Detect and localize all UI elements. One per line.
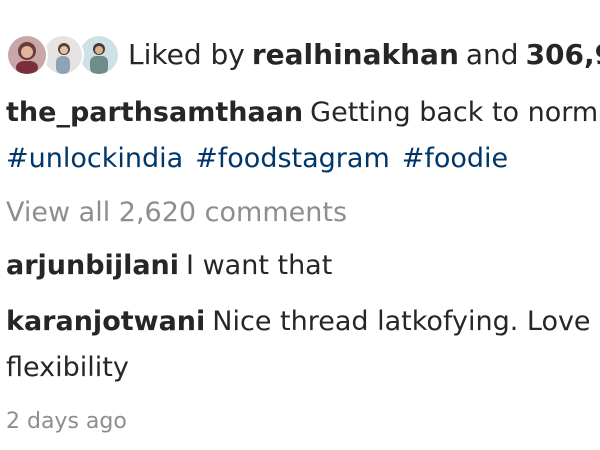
likes-count[interactable]: 306,9	[526, 38, 600, 71]
comment-username[interactable]: karanjotwani	[6, 306, 205, 337]
comment-text: I want that	[186, 250, 333, 281]
caption-text: Getting back to norma	[310, 97, 600, 128]
hashtag-link[interactable]: #foodie	[402, 143, 508, 174]
likes-conjunction: and	[465, 38, 519, 71]
avatar	[42, 34, 84, 76]
caption-hashtags: #unlockindia #foodstagram #foodie	[6, 142, 520, 176]
comment-text: Nice thread latkofying. Love i	[212, 306, 600, 337]
hashtag-link[interactable]: #unlockindia	[6, 143, 183, 174]
likes-summary[interactable]: Liked byrealhinakhanand306,9	[128, 38, 600, 72]
comment-username[interactable]: arjunbijlani	[6, 250, 179, 281]
caption-username[interactable]: the_parthsamthaan	[6, 97, 303, 128]
view-all-comments-link[interactable]: View all 2,620 comments	[6, 196, 347, 230]
liker-avatars[interactable]	[6, 34, 120, 78]
comment: karanjotwani Nice thread latkofying. Love…	[6, 305, 600, 339]
comment: arjunbijlani I want that	[6, 249, 332, 283]
hashtag-link[interactable]: #foodstagram	[195, 143, 390, 174]
avatar	[78, 34, 120, 76]
post-timestamp[interactable]: 2 days ago	[6, 405, 127, 439]
post-caption: the_parthsamthaan Getting back to norma	[6, 96, 600, 130]
liker-username[interactable]: realhinakhan	[252, 38, 459, 71]
likes-prefix: Liked by	[128, 38, 245, 71]
instagram-post-details: Liked byrealhinakhanand306,9 the_parthsa…	[0, 0, 600, 450]
comment-text-continued: flexibility	[6, 352, 129, 383]
avatar	[6, 34, 48, 76]
